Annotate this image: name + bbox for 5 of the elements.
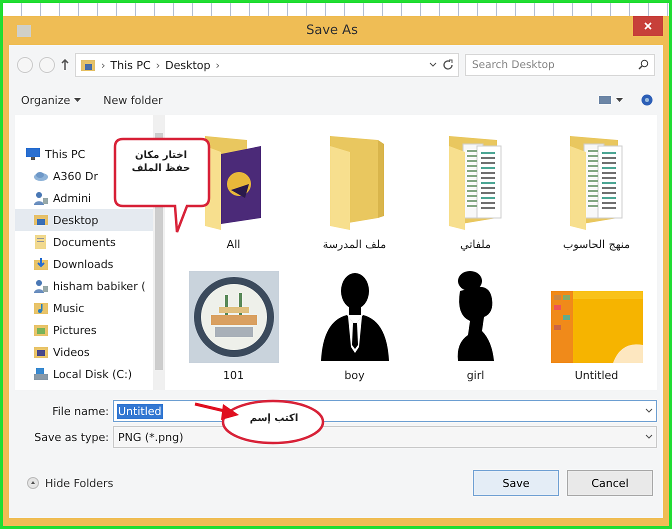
field-label: Save as type:: [33, 430, 109, 444]
annotation-text: اكتب إسم: [248, 413, 300, 424]
window-title: Save As: [305, 23, 359, 38]
field-label: File name:: [51, 404, 109, 418]
annotation-text: اختار مكان حفظ الملف: [130, 149, 192, 175]
